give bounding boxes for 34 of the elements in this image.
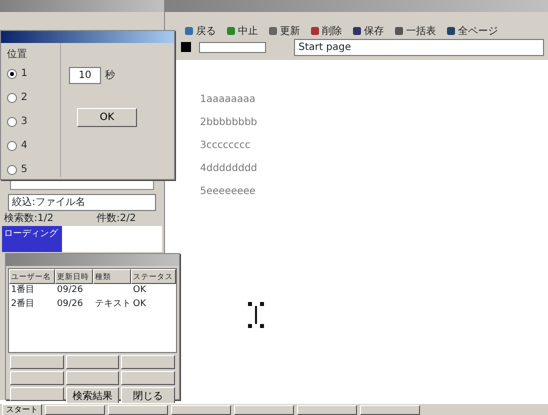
table-cell-text: 09/26 bbox=[56, 284, 84, 298]
toolbar-button[interactable]: 更新 bbox=[265, 22, 303, 40]
unit-label: 秒 bbox=[105, 68, 115, 83]
radio-option[interactable]: 4 bbox=[7, 138, 54, 153]
table-cell-text: 1番目 bbox=[10, 284, 36, 298]
start-button[interactable]: スタート bbox=[2, 404, 42, 415]
interval-field[interactable]: 10 bbox=[69, 67, 101, 84]
group-label: 位置 bbox=[7, 48, 28, 62]
toolbar-button[interactable]: 削除 bbox=[307, 22, 345, 40]
toolbar-button[interactable]: 一括表 bbox=[391, 22, 439, 40]
toolbar-button[interactable]: 全ページ bbox=[443, 22, 501, 40]
ok-button[interactable]: OK bbox=[77, 108, 137, 127]
toolbar-button[interactable]: 中止 bbox=[223, 22, 261, 40]
table-cell-text: テキスト bbox=[94, 298, 131, 311]
radio-option[interactable]: 1 bbox=[7, 66, 54, 81]
radio-option[interactable]: 2 bbox=[7, 90, 54, 105]
toolbar-button[interactable]: 戻る bbox=[181, 22, 219, 40]
radio-option[interactable]: 3 bbox=[7, 114, 54, 129]
list-item[interactable]: ローディング bbox=[2, 226, 62, 252]
status-text: 件数:2/2 bbox=[96, 212, 136, 226]
address-field[interactable]: Start page bbox=[294, 38, 544, 56]
document-line: 3cccccccc bbox=[200, 139, 252, 153]
table-cell-text: OK bbox=[132, 284, 147, 298]
table-cell-text: 09/26 bbox=[56, 298, 84, 311]
document-line: 2bbbbbbbb bbox=[200, 116, 258, 130]
status-text: 検索数:1/2 bbox=[4, 212, 54, 226]
document-line: 1aaaaaaaa bbox=[200, 93, 256, 107]
filter-dropdown[interactable]: 絞込:ファイル名 bbox=[8, 194, 156, 211]
document-line: 4dddddddd bbox=[200, 162, 258, 176]
toolbar-button[interactable]: 保存 bbox=[349, 22, 387, 40]
document-line: 5eeeeeeee bbox=[200, 185, 257, 199]
table-cell-text: 2番目 bbox=[10, 298, 36, 311]
table-cell-text: OK bbox=[132, 298, 147, 311]
radio-option[interactable]: 5 bbox=[7, 162, 54, 177]
